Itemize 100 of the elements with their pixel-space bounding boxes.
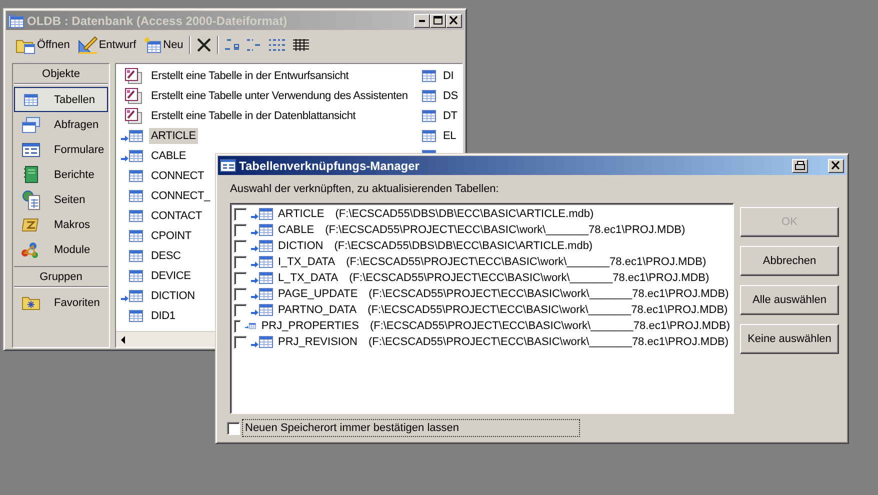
object-type-item[interactable]: Makros xyxy=(14,212,108,237)
table-name: PRJ_REVISION xyxy=(278,336,358,348)
file-path: (F:\ECSCAD55\PROJECT\ECC\BASIC\work\_______78.ec1\PROJ.MDB) xyxy=(346,256,706,268)
table-name: PARTNO_DATA xyxy=(278,304,357,316)
table-item[interactable]: ARTICLE xyxy=(149,128,198,144)
table-item[interactable]: CPOINT xyxy=(149,228,194,244)
file-path: (F:\ECSCAD55\PROJECT\ECC\BASIC\work\_______78.ec1\PROJ.MDB) xyxy=(349,272,710,284)
window-title: Tabellenverknüpfungs-Manager xyxy=(239,158,420,172)
list-button[interactable] xyxy=(267,38,288,52)
folder-icon xyxy=(22,295,40,310)
form-icon xyxy=(22,142,40,156)
table-item[interactable]: DI xyxy=(442,68,455,84)
print-icon xyxy=(795,161,805,170)
wizard-icon xyxy=(125,88,143,104)
page-icon xyxy=(22,190,40,210)
file-path: (F:\ECSCAD55\PROJECT\ECC\BASIC\work\_______78.ec1\PROJ.MDB) xyxy=(370,320,730,332)
linked-table-icon xyxy=(251,303,273,317)
table-item[interactable]: CONNECT_ xyxy=(149,188,212,204)
close-button[interactable] xyxy=(828,158,844,172)
details-button[interactable] xyxy=(291,38,312,52)
object-type-item[interactable]: Formulare xyxy=(14,137,108,162)
file-path: (F:\ECSCAD55\PROJECT\ECC\BASIC\work\_______78.ec1\PROJ.MDB) xyxy=(368,336,729,348)
table-item[interactable]: DT xyxy=(442,108,458,124)
table-name: PRJ_PROPERTIES xyxy=(261,320,359,332)
create-option[interactable]: Erstellt eine Tabelle unter Verwendung des Assistenten xyxy=(149,88,410,104)
section-header: Gruppen xyxy=(14,266,108,287)
linked-tables-list[interactable] xyxy=(230,203,734,414)
list-label: Auswahl der verknüpften, zu aktualisierenden Tabellen: xyxy=(230,182,500,196)
open-button[interactable]: Öffnen xyxy=(14,35,72,55)
new-table-icon xyxy=(144,37,162,53)
dialog-button[interactable]: Keine auswählen xyxy=(740,324,839,354)
linked-table-icon xyxy=(251,335,273,349)
linked-table-icon xyxy=(121,149,143,163)
checkbox[interactable] xyxy=(227,422,240,434)
close-icon xyxy=(449,16,459,25)
scroll-icon xyxy=(22,216,40,232)
table-item[interactable]: DS xyxy=(442,88,459,104)
table-name: ARTICLE xyxy=(278,208,324,220)
linked-table-icon xyxy=(121,289,143,303)
print-button[interactable] xyxy=(792,158,808,172)
form-icon xyxy=(220,159,236,172)
table-name: L_TX_DATA xyxy=(278,272,338,284)
table-item[interactable]: CONTACT xyxy=(149,208,204,224)
checkbox-label[interactable]: Neuen Speicherort immer bestätigen lassen xyxy=(242,419,580,437)
table-item[interactable]: CABLE xyxy=(149,148,188,164)
object-type-item[interactable]: Favoriten xyxy=(14,290,108,315)
object-type-item[interactable]: Seiten xyxy=(14,187,108,212)
table-item[interactable]: DICTION xyxy=(149,288,197,304)
details-view-icon xyxy=(293,39,310,51)
close-button[interactable] xyxy=(446,14,462,28)
table-name: I_TX_DATA xyxy=(278,256,336,268)
design-button[interactable]: Entwurf xyxy=(76,35,138,55)
wizard-icon xyxy=(125,68,143,84)
report-icon xyxy=(24,166,38,183)
create-option[interactable]: Erstellt eine Tabelle in der Datenblattansicht xyxy=(149,108,358,124)
linked-table-icon xyxy=(251,287,273,301)
linked-table-icon xyxy=(251,223,273,237)
dialog-button[interactable]: Alle auswählen xyxy=(740,285,839,315)
linked-table-icon xyxy=(251,207,273,221)
linked-table-icon xyxy=(251,255,273,269)
file-path: (F:\ECSCAD55\DBS\DB\ECC\BASIC\ARTICLE.mdb) xyxy=(334,240,593,252)
table-name: PAGE_UPDATE xyxy=(278,288,358,300)
file-path: (F:\ECSCAD55\DBS\DB\ECC\BASIC\ARTICLE.mdb) xyxy=(335,208,594,220)
table-name: DICTION xyxy=(278,240,324,252)
table-item[interactable]: CONNECT xyxy=(149,168,206,184)
minimize-icon xyxy=(419,20,425,22)
table-item[interactable]: DID1 xyxy=(149,308,178,324)
query-icon xyxy=(22,116,40,132)
delete-icon xyxy=(197,38,212,52)
table-item[interactable]: DESC xyxy=(149,248,183,264)
section-header: Objekte xyxy=(14,64,108,84)
table-item[interactable]: DEVICE xyxy=(149,268,193,284)
object-type-item[interactable]: Tabellen xyxy=(14,87,108,112)
ruler-pencil-icon xyxy=(78,36,98,54)
minimize-button[interactable] xyxy=(414,14,430,28)
create-option[interactable]: Erstellt eine Tabelle in der Entwurfsansicht xyxy=(149,68,351,84)
object-type-item[interactable]: Berichte xyxy=(14,162,108,187)
table-item[interactable]: EL xyxy=(442,128,458,144)
dialog-button[interactable]: Abbrechen xyxy=(740,246,839,276)
wizard-icon xyxy=(125,108,143,124)
left-arrow-icon xyxy=(121,336,126,344)
file-path: (F:\ECSCAD55\PROJECT\ECC\BASIC\work\_______78.ec1\PROJ.MDB) xyxy=(368,304,728,316)
close-icon xyxy=(831,161,841,170)
table-name: CABLE xyxy=(278,224,314,236)
window-title: OLDB : Datenbank (Access 2000-Dateiformat) xyxy=(27,14,288,28)
object-type-item[interactable]: Module xyxy=(14,237,108,262)
object-type-item[interactable]: Abfragen xyxy=(14,112,108,137)
large-icons-icon xyxy=(225,39,240,51)
file-path: (F:\ECSCAD55\PROJECT\ECC\BASIC\work\_______78.ec1\PROJ.MDB) xyxy=(325,224,686,236)
new-button[interactable]: Neu xyxy=(142,36,186,54)
list-view-icon xyxy=(269,39,286,51)
database-icon xyxy=(8,12,24,28)
linked-table-icon xyxy=(121,129,143,143)
maximize-button[interactable] xyxy=(430,14,446,28)
maximize-icon xyxy=(433,16,443,25)
large-icons-button[interactable] xyxy=(223,38,242,52)
linked-table-icon xyxy=(251,271,273,285)
small-icons-icon xyxy=(247,39,262,51)
delete-button[interactable] xyxy=(195,37,214,53)
file-path: (F:\ECSCAD55\PROJECT\ECC\BASIC\work\_______78.ec1\PROJ.MDB) xyxy=(368,288,729,300)
